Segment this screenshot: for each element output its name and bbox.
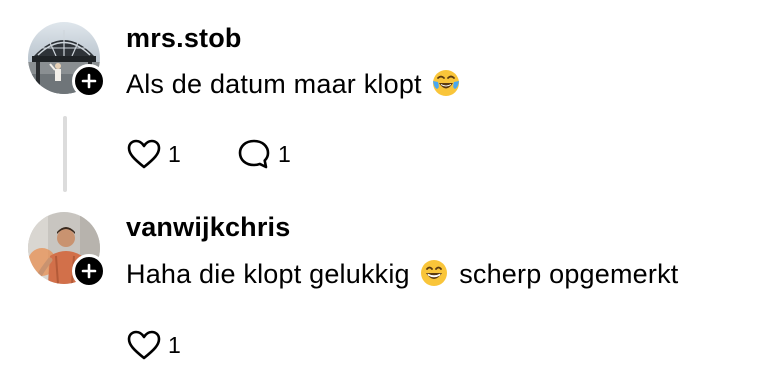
comment-text: Haha die klopt gelukkig scherp opgemerkt [126, 257, 679, 296]
heart-icon [127, 139, 161, 169]
plus-icon [81, 73, 97, 89]
like-button[interactable]: 1 [126, 329, 181, 361]
grinning-face-emoji [419, 258, 449, 296]
reply-count: 1 [278, 141, 291, 167]
plus-icon [81, 263, 97, 279]
speech-bubble-icon [238, 139, 270, 169]
heart-icon [127, 330, 161, 360]
comment-text: Als de datum maar klopt [126, 67, 463, 106]
comment-username[interactable]: vanwijkchris [126, 211, 290, 243]
comment-body: Als de datum maar klopt [126, 69, 422, 99]
comment-username[interactable]: mrs.stob [126, 22, 242, 54]
face-with-tears-of-joy-emoji [431, 68, 461, 106]
like-count: 1 [168, 141, 181, 167]
comment-body-part-1: Haha die klopt gelukkig [126, 259, 410, 289]
like-count: 1 [168, 332, 181, 358]
follow-button-mrs-stob[interactable] [72, 64, 106, 98]
reply-button[interactable]: 1 [236, 138, 291, 170]
follow-button-vanwijkchris[interactable] [72, 254, 106, 288]
comment-body-part-2: scherp opgemerkt [459, 259, 679, 289]
comments-thread: mrs.stob Als de datum maar klopt 1 1 van… [0, 0, 764, 382]
thread-connector-line [63, 116, 67, 192]
like-button[interactable]: 1 [126, 138, 181, 170]
